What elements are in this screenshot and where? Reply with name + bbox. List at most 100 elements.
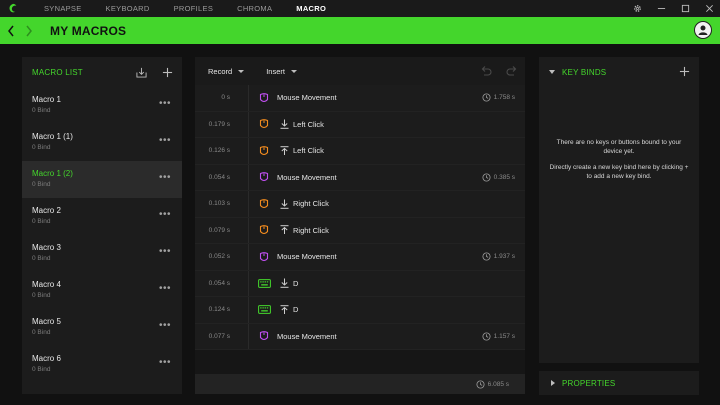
chevron-down-icon: [238, 69, 245, 73]
chevron-down-icon: [549, 70, 555, 74]
editor-footer: 6.085 s: [195, 374, 525, 394]
macro-event-row[interactable]: 0 s Mouse Movement 1.758 s: [195, 85, 525, 112]
event-delay[interactable]: 0.052 s: [195, 244, 249, 270]
macro-list-item[interactable]: Macro 40 Bind •••: [22, 272, 182, 309]
event-delay[interactable]: 0.126 s: [195, 138, 249, 164]
event-delay[interactable]: 0.054 s: [195, 270, 249, 296]
macro-list-item[interactable]: Macro 1 (2) 0 Bind •••: [22, 161, 182, 198]
event-delay[interactable]: 0.079 s: [195, 217, 249, 243]
event-duration-value: 0.385 s: [493, 173, 515, 181]
total-duration-value: 6.085 s: [487, 380, 509, 388]
clock-icon: [482, 252, 491, 261]
event-label: Right Click: [293, 199, 329, 209]
event-delay[interactable]: 0.103 s: [195, 191, 249, 217]
mouse-icon: [253, 145, 275, 157]
key-down-arrow-icon: [277, 278, 291, 289]
tab-macro[interactable]: MACRO: [284, 0, 338, 17]
macro-editor-panel: Record Insert 0 s Mouse Movement 1.758 s 0.…: [195, 57, 525, 394]
empty-message-line-1: There are no keys or buttons bound to yo…: [556, 139, 682, 155]
properties-section[interactable]: PROPERTIES: [539, 371, 699, 395]
page-title: MY MACROS: [50, 23, 127, 38]
macro-event-row[interactable]: 0.052 s Mouse Movement 1.937 s: [195, 244, 525, 271]
mouse-icon: [253, 171, 275, 183]
event-label: Right Click: [293, 225, 329, 235]
more-options-icon[interactable]: •••: [159, 247, 171, 257]
chevron-right-icon: [551, 380, 555, 386]
key-down-arrow-icon: [277, 119, 291, 130]
tab-keyboard[interactable]: KEYBOARD: [94, 0, 162, 17]
macro-event-row[interactable]: 0.124 s D: [195, 297, 525, 324]
event-delay[interactable]: 0.179 s: [195, 111, 249, 137]
macro-list-item[interactable]: Macro 20 Bind •••: [22, 198, 182, 235]
settings-gear-icon[interactable]: [632, 4, 642, 14]
event-label: Left Click: [293, 146, 324, 156]
tab-profiles[interactable]: PROFILES: [162, 0, 226, 17]
event-duration-value: 1.157 s: [493, 332, 515, 340]
event-delay[interactable]: 0 s: [195, 85, 249, 111]
record-dropdown[interactable]: Record: [208, 67, 245, 76]
macro-event-row[interactable]: 0.103 s Right Click: [195, 191, 525, 218]
clock-icon: [482, 93, 491, 102]
more-options-icon[interactable]: •••: [159, 284, 171, 294]
macro-list-item[interactable]: Macro 30 Bind •••: [22, 235, 182, 272]
add-macro-plus-icon[interactable]: [161, 66, 173, 78]
macro-list-header: MACRO LIST: [22, 57, 182, 87]
redo-icon[interactable]: [506, 65, 518, 77]
more-options-icon[interactable]: •••: [159, 173, 171, 183]
macro-list-title: MACRO LIST: [32, 67, 83, 77]
more-options-icon[interactable]: •••: [159, 210, 171, 220]
event-label: D: [293, 305, 299, 315]
empty-key-binds-message: There are no keys or buttons bound to yo…: [549, 139, 689, 181]
event-delay[interactable]: 0.077 s: [195, 323, 249, 349]
add-key-bind-plus-icon[interactable]: [679, 66, 691, 78]
top-bar: SYNAPSE KEYBOARD PROFILES CHROMA MACRO: [0, 0, 720, 17]
back-arrow-icon[interactable]: [4, 17, 18, 44]
chevron-down-icon: [290, 69, 297, 73]
macro-event-row[interactable]: 0.054 s D: [195, 270, 525, 297]
main-tabs: SYNAPSE KEYBOARD PROFILES CHROMA MACRO: [32, 0, 338, 17]
forward-arrow-icon[interactable]: [22, 17, 36, 44]
event-duration: 1.157 s: [482, 324, 515, 350]
more-options-icon[interactable]: •••: [159, 99, 171, 109]
key-binds-title: KEY BINDS: [562, 67, 607, 77]
macro-list-item[interactable]: Macro 50 Bind •••: [22, 309, 182, 346]
macro-list-item[interactable]: Macro 60 Bind •••: [22, 346, 182, 383]
insert-label: Insert: [266, 66, 285, 76]
key-up-arrow-icon: [277, 304, 291, 315]
more-options-icon[interactable]: •••: [159, 321, 171, 331]
event-duration: 1.758 s: [482, 85, 515, 111]
undo-icon[interactable]: [480, 65, 492, 77]
macro-event-row[interactable]: 0.054 s Mouse Movement 0.385 s: [195, 164, 525, 191]
close-icon[interactable]: [704, 4, 714, 14]
macro-list-panel: MACRO LIST Macro 10 Bind ••• Macro 1 (1) 0 …: [22, 57, 182, 394]
tab-synapse[interactable]: SYNAPSE: [32, 0, 94, 17]
key-binds-header[interactable]: KEY BINDS: [539, 57, 699, 87]
macro-event-row[interactable]: 0.179 s Left Click: [195, 111, 525, 138]
import-icon[interactable]: [135, 66, 147, 78]
macro-event-row[interactable]: 0.126 s Left Click: [195, 138, 525, 165]
total-duration: 6.085 s: [476, 374, 509, 394]
more-options-icon[interactable]: •••: [159, 136, 171, 146]
user-avatar-icon[interactable]: [694, 21, 712, 39]
mouse-icon: [253, 92, 275, 104]
keyboard-icon: [253, 278, 275, 288]
more-options-icon[interactable]: •••: [159, 358, 171, 368]
key-up-arrow-icon: [277, 145, 291, 156]
macro-event-row[interactable]: 0.079 s Right Click: [195, 217, 525, 244]
event-label: Left Click: [293, 119, 324, 129]
clock-icon: [482, 173, 491, 182]
tab-chroma[interactable]: CHROMA: [225, 0, 284, 17]
macro-event-row[interactable]: 0.077 s Mouse Movement 1.157 s: [195, 323, 525, 350]
insert-dropdown[interactable]: Insert: [266, 67, 297, 76]
event-label: Mouse Movement: [277, 172, 337, 182]
editor-toolbar: Record Insert: [195, 57, 525, 85]
macro-list-item[interactable]: Macro 10 Bind •••: [22, 87, 182, 124]
minimize-icon[interactable]: [656, 4, 666, 14]
macro-list-item[interactable]: Macro 1 (1) 0 Bind •••: [22, 124, 182, 161]
maximize-icon[interactable]: [680, 4, 690, 14]
event-delay[interactable]: 0.124 s: [195, 297, 249, 323]
event-duration-value: 1.758 s: [493, 94, 515, 102]
event-delay[interactable]: 0.054 s: [195, 164, 249, 190]
event-duration-value: 1.937 s: [493, 253, 515, 261]
empty-message-line-2: Directly create a new key bind here by c…: [549, 164, 689, 180]
